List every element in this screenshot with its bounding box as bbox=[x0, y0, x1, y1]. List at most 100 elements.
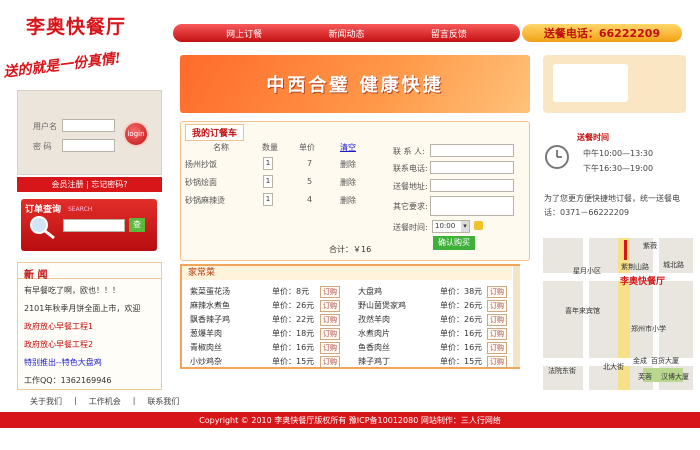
nav-feedback[interactable]: 留言反馈 bbox=[431, 27, 467, 40]
dish-price: 单价：15元 bbox=[440, 357, 483, 366]
cart-item-name: 砂锅烩面 bbox=[185, 178, 217, 187]
order-button[interactable]: 订购 bbox=[487, 328, 507, 340]
order-button[interactable]: 订购 bbox=[320, 342, 340, 354]
cart-item-price: 5 bbox=[307, 177, 313, 186]
order-button[interactable]: 订购 bbox=[320, 286, 340, 298]
promo-image bbox=[553, 64, 628, 102]
contact-input[interactable] bbox=[430, 144, 514, 157]
delivery-am: 中午10:00—13:30 bbox=[583, 149, 654, 158]
order-button[interactable]: 订购 bbox=[487, 342, 507, 354]
separator: | bbox=[132, 396, 136, 405]
cart-col-qty: 数量 bbox=[262, 143, 278, 152]
order-query-sub: SEARCH bbox=[68, 206, 93, 213]
time-select[interactable]: 10:00 ▾ bbox=[432, 220, 470, 233]
dish-price: 单价：26元 bbox=[272, 301, 315, 310]
phone-input[interactable] bbox=[430, 161, 514, 174]
other-requirements-textarea[interactable] bbox=[430, 196, 514, 216]
map-label: 法院东街 bbox=[548, 367, 576, 375]
clock-icon bbox=[544, 144, 570, 173]
order-query-input[interactable] bbox=[63, 219, 125, 232]
dish-name: 辣子鸡丁 bbox=[358, 357, 390, 366]
map-label: 金成 bbox=[633, 357, 647, 365]
news-item[interactable]: 工作QQ：1362169946 bbox=[18, 372, 161, 390]
cart-total: 合计：￥16 bbox=[329, 245, 372, 254]
order-button[interactable]: 订购 bbox=[487, 314, 507, 326]
dish-name: 水煮肉片 bbox=[358, 329, 390, 338]
dish-name: 鱼香肉丝 bbox=[358, 343, 390, 352]
order-button[interactable]: 订购 bbox=[487, 286, 507, 298]
nav-online-order[interactable]: 网上订餐 bbox=[226, 27, 262, 40]
location-map[interactable]: 李奥快餐厅 紫薇 紫荆山路 城北路 星月小区 喜年来宾馆 郑州市小学 金成 百货… bbox=[543, 238, 693, 390]
news-item[interactable]: 政府放心早餐工程1 bbox=[18, 318, 161, 336]
delivery-phone: 送餐电话：66222209 bbox=[522, 24, 682, 42]
dish-price: 单价：15元 bbox=[272, 357, 315, 366]
order-button[interactable]: 订购 bbox=[320, 300, 340, 312]
cart-col-price: 单价 bbox=[299, 143, 315, 152]
map-label: 芙蓉 bbox=[638, 373, 652, 381]
news-item[interactable]: 有早餐吃了啊，欧也！！！ bbox=[18, 282, 161, 300]
member-links[interactable]: 会员注册 | 忘记密码? bbox=[17, 177, 162, 192]
magnifier-icon bbox=[26, 214, 56, 240]
dish-name: 麻辣水煮鱼 bbox=[190, 301, 230, 310]
jobs-link[interactable]: 工作机会 bbox=[89, 396, 121, 407]
cart-title: 我的订餐车 bbox=[185, 124, 245, 141]
news-item[interactable]: 特别推出--特色大盘鸡 bbox=[18, 354, 161, 372]
cart-qty-input[interactable]: 1 bbox=[263, 175, 273, 188]
phone-label: 联系电话: bbox=[393, 164, 428, 173]
about-link[interactable]: 关于我们 bbox=[30, 396, 62, 407]
dish-price: 单价：16元 bbox=[440, 329, 483, 338]
cart-item-name: 砂锅麻辣烫 bbox=[185, 196, 225, 205]
dish-price: 单价：22元 bbox=[272, 315, 315, 324]
login-button[interactable]: login bbox=[123, 121, 149, 147]
dish-name: 孜然羊肉 bbox=[358, 315, 390, 324]
dish-price: 单价：26元 bbox=[440, 301, 483, 310]
menu-scrollbar[interactable] bbox=[513, 266, 520, 367]
order-button[interactable]: 订购 bbox=[487, 356, 507, 368]
cart-item-price: 4 bbox=[307, 195, 313, 204]
clear-cart-link[interactable]: 清空 bbox=[340, 142, 356, 153]
news-item[interactable]: 政府放心早餐工程2 bbox=[18, 336, 161, 354]
cart-col-name: 名称 bbox=[213, 143, 229, 152]
copyright-bar: Copyright © 2010 李奥快餐厅版权所有 豫ICP备10012080… bbox=[0, 412, 700, 428]
logo: 李奥快餐厅 bbox=[26, 16, 127, 38]
address-label: 送餐地址: bbox=[393, 182, 428, 191]
order-button[interactable]: 订购 bbox=[320, 314, 340, 326]
username-input[interactable] bbox=[62, 119, 115, 132]
map-label: 郑州市小学 bbox=[631, 325, 666, 333]
nav-news[interactable]: 新闻动态 bbox=[328, 27, 364, 40]
order-button[interactable]: 订购 bbox=[320, 356, 340, 368]
cart-qty-input[interactable]: 1 bbox=[263, 193, 273, 206]
delete-item-button[interactable]: 删除 bbox=[340, 159, 356, 170]
banner-text: 中西合璧 健康快捷 bbox=[266, 75, 444, 96]
dish-price: 单价：8元 bbox=[272, 287, 310, 296]
delete-item-button[interactable]: 删除 bbox=[340, 195, 356, 206]
address-input[interactable] bbox=[430, 179, 514, 192]
contact-link[interactable]: 联系我们 bbox=[147, 396, 179, 407]
time-label: 送餐时间: bbox=[393, 223, 428, 232]
dish-name: 大盘鸡 bbox=[358, 287, 382, 296]
password-input[interactable] bbox=[62, 139, 115, 152]
news-item[interactable]: 2101年秋季月饼全面上市，欢迎 bbox=[18, 300, 161, 318]
map-label: 汉博大厦 bbox=[661, 373, 689, 381]
clock-small-icon bbox=[474, 221, 483, 230]
confirm-purchase-button[interactable]: 确认购买 bbox=[433, 236, 475, 250]
password-label: 密 码 bbox=[33, 142, 52, 151]
menu-category-title: 家常菜 bbox=[182, 266, 512, 280]
delivery-title: 送餐时间 bbox=[577, 133, 609, 142]
delivery-pm: 下午16:30—19:00 bbox=[583, 164, 654, 173]
order-button[interactable]: 订购 bbox=[320, 328, 340, 340]
cart-qty-input[interactable]: 1 bbox=[263, 157, 273, 170]
map-label: 百货大厦 bbox=[651, 357, 679, 365]
order-query-button[interactable]: 查 bbox=[129, 218, 145, 232]
map-label: 城北路 bbox=[663, 261, 684, 269]
banner: 中西合璧 健康快捷 bbox=[180, 55, 530, 113]
time-select-value: 10:00 bbox=[435, 222, 456, 230]
dish-price: 单价：18元 bbox=[272, 329, 315, 338]
dish-price: 单价：26元 bbox=[440, 315, 483, 324]
cart-item-price: 7 bbox=[307, 159, 313, 168]
delete-item-button[interactable]: 删除 bbox=[340, 177, 356, 188]
dish-price: 单价：16元 bbox=[272, 343, 315, 352]
contact-label: 联 系 人: bbox=[393, 147, 425, 156]
order-button[interactable]: 订购 bbox=[487, 300, 507, 312]
chevron-down-icon: ▾ bbox=[461, 221, 469, 232]
